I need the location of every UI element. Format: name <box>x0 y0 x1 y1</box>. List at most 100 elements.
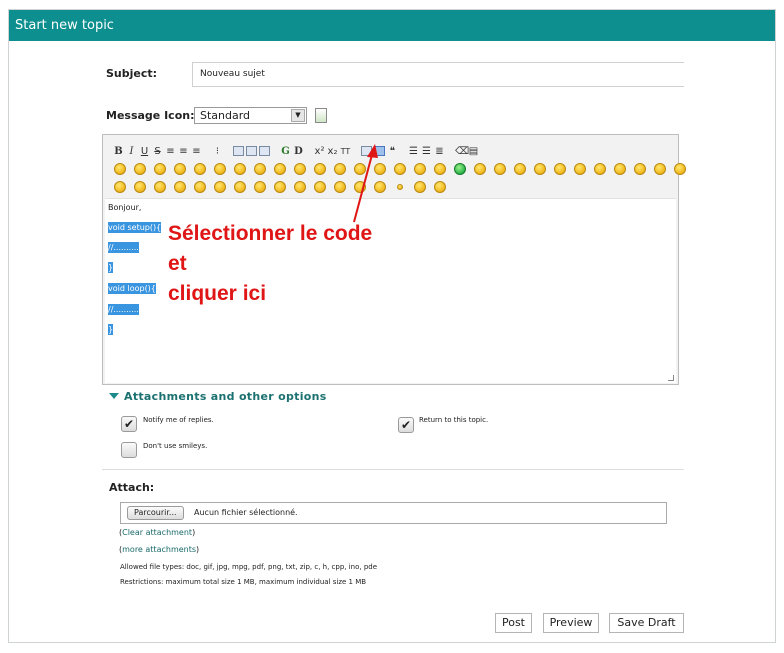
smiley-icon[interactable] <box>374 163 386 175</box>
smiley-icon[interactable] <box>334 163 346 175</box>
smiley-icon[interactable] <box>134 181 146 193</box>
smiley-icon[interactable] <box>394 163 406 175</box>
smiley-icon[interactable] <box>454 163 466 175</box>
browse-button[interactable]: Parcourir... <box>127 506 184 520</box>
smiley-icon[interactable] <box>354 163 366 175</box>
quote-icon[interactable]: ❝ <box>387 146 398 157</box>
smiley-icon[interactable] <box>474 163 486 175</box>
smiley-icon[interactable] <box>314 181 326 193</box>
resize-handle-icon[interactable] <box>668 375 674 381</box>
smiley-icon[interactable] <box>414 163 426 175</box>
annotation-line: Sélectionner le code <box>168 222 373 245</box>
subject-input[interactable]: Nouveau sujet <box>192 62 684 87</box>
smiley-icon[interactable] <box>174 181 186 193</box>
attach-label: Attach: <box>109 481 155 494</box>
upload-restrictions: Restrictions: maximum total size 1 MB, m… <box>120 578 367 586</box>
allowed-file-types: Allowed file types: doc, gif, jpg, mpg, … <box>120 563 378 571</box>
bold-button[interactable]: B <box>113 146 124 157</box>
smiley-icon[interactable] <box>154 181 166 193</box>
smiley-icon[interactable] <box>254 163 266 175</box>
smiley-icon[interactable] <box>534 163 546 175</box>
smiley-icon[interactable] <box>374 181 386 193</box>
message-icon-selected-value: Standard <box>200 109 251 122</box>
annotation-line: et <box>168 252 187 275</box>
no-smileys-checkbox[interactable] <box>121 442 137 458</box>
clear-attachment-link[interactable]: (Clear attachment) <box>119 528 195 537</box>
smiley-icon[interactable] <box>574 163 586 175</box>
italic-button[interactable]: I <box>126 146 137 157</box>
no-smileys-label: Don't use smileys. <box>143 442 208 450</box>
smiley-icon[interactable] <box>134 163 146 175</box>
file-input[interactable]: Parcourir... Aucun fichier sélectionné. <box>120 502 667 524</box>
smiley-icon[interactable] <box>674 163 686 175</box>
smiley-icon[interactable] <box>334 181 346 193</box>
smiley-icon[interactable] <box>514 163 526 175</box>
editor-line: //.......... <box>108 304 139 315</box>
message-icon-select[interactable]: Standard ▼ <box>194 107 307 124</box>
attachments-toggle[interactable]: Attachments and other options <box>109 390 327 403</box>
remove-format-icon[interactable]: ⌫ <box>455 146 469 157</box>
align-left-icon[interactable]: ≡ <box>165 146 176 157</box>
smiley-icon[interactable] <box>314 163 326 175</box>
smiley-icon[interactable] <box>274 163 286 175</box>
editor-line: void setup(){ <box>108 222 162 233</box>
message-icon-preview-icon <box>315 108 327 123</box>
email-icon[interactable] <box>259 146 270 156</box>
horizontal-rule-icon[interactable]: ⁝ <box>212 146 223 157</box>
smiley-icon[interactable] <box>434 181 446 193</box>
image-icon[interactable] <box>233 146 244 156</box>
smiley-icon[interactable] <box>354 181 366 193</box>
smiley-icon[interactable] <box>294 163 306 175</box>
smiley-icon[interactable] <box>614 163 626 175</box>
smiley-icon[interactable] <box>494 163 506 175</box>
smiley-icon[interactable] <box>114 181 126 193</box>
save-draft-button[interactable]: Save Draft <box>609 613 684 633</box>
smiley-icon[interactable] <box>214 163 226 175</box>
list-item-icon[interactable]: ≣ <box>434 146 445 157</box>
smiley-icon[interactable] <box>654 163 666 175</box>
align-center-icon[interactable]: ≡ <box>178 146 189 157</box>
smiley-icon[interactable] <box>414 181 426 193</box>
underline-button[interactable]: U <box>139 146 150 157</box>
subscript-button[interactable]: x₂ <box>327 146 338 157</box>
message-icon-label: Message Icon: <box>106 109 195 122</box>
smiley-icon[interactable] <box>194 163 206 175</box>
smiley-icon[interactable] <box>634 163 646 175</box>
smiley-icon[interactable] <box>397 184 403 190</box>
insert-code-icon[interactable] <box>374 146 385 156</box>
annotation-line: cliquer ici <box>168 282 267 305</box>
numbered-list-icon[interactable]: ☰ <box>421 146 432 157</box>
smiley-icon[interactable] <box>254 181 266 193</box>
smiley-icon[interactable] <box>234 181 246 193</box>
smiley-icon[interactable] <box>174 163 186 175</box>
teletype-button[interactable]: TT <box>340 146 351 157</box>
notify-checkbox[interactable]: ✔ <box>121 416 137 432</box>
link-icon[interactable] <box>246 146 257 156</box>
smiley-icon[interactable] <box>554 163 566 175</box>
table-icon[interactable] <box>361 146 372 156</box>
smiley-icon[interactable] <box>434 163 446 175</box>
return-topic-checkbox[interactable]: ✔ <box>398 417 414 433</box>
smiley-icon[interactable] <box>154 163 166 175</box>
bulleted-list-icon[interactable]: ☰ <box>408 146 419 157</box>
post-form-panel: Start new topic Subject: Nouveau sujet M… <box>8 9 776 643</box>
post-button[interactable]: Post <box>495 613 532 633</box>
strikethrough-button[interactable]: S <box>152 146 163 157</box>
superscript-button[interactable]: x² <box>314 146 325 157</box>
smiley-icon[interactable] <box>194 181 206 193</box>
smiley-icon[interactable] <box>114 163 126 175</box>
glow-button[interactable]: G <box>280 146 291 157</box>
divider <box>102 469 684 470</box>
smiley-icon[interactable] <box>214 181 226 193</box>
format-toolbar: B I U S ≡ ≡ ≡ ⁝ G D x² x₂ TT ❝ ☰ ☰ ≣ ⌫ ▤ <box>113 143 479 159</box>
more-attachments-link[interactable]: (more attachments) <box>119 545 199 554</box>
shadow-button[interactable]: D <box>293 146 304 157</box>
smiley-icon[interactable] <box>274 181 286 193</box>
smiley-icon[interactable] <box>594 163 606 175</box>
toggle-view-icon[interactable]: ▤ <box>468 146 479 157</box>
editor-line: void loop(){ <box>108 283 156 294</box>
smiley-icon[interactable] <box>234 163 246 175</box>
align-right-icon[interactable]: ≡ <box>191 146 202 157</box>
preview-button[interactable]: Preview <box>543 613 599 633</box>
smiley-icon[interactable] <box>294 181 306 193</box>
